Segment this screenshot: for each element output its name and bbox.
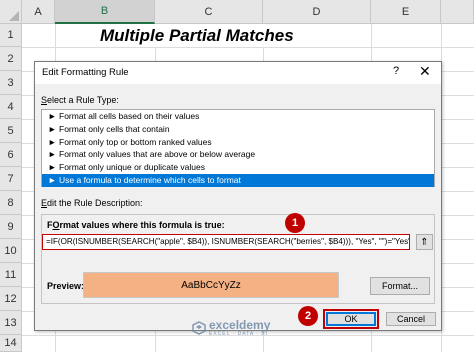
rule-type-list[interactable]: ► Format all cells based on their values …: [41, 109, 435, 187]
column-header-e[interactable]: E: [371, 0, 441, 24]
select-rule-type-label-text: elect a Rule Type:: [47, 95, 119, 105]
exceldemy-watermark: exceldemy EXCEL · DATA · BI: [192, 318, 270, 337]
column-header-c[interactable]: C: [155, 0, 263, 24]
arrow-right-icon: ►: [48, 123, 57, 134]
column-header-a[interactable]: A: [22, 0, 55, 24]
row-header-1[interactable]: 1: [0, 24, 22, 47]
row-header-6[interactable]: 6: [0, 143, 22, 167]
row-header-2[interactable]: 2: [0, 47, 22, 71]
rule-type-label: Format all cells based on their values: [59, 111, 200, 121]
rule-type-label: Format only unique or duplicate values: [59, 162, 205, 173]
cancel-button[interactable]: Cancel: [386, 312, 436, 326]
select-all-corner[interactable]: [0, 0, 22, 24]
arrow-right-icon: ►: [48, 111, 57, 121]
rule-type-label: Format only top or bottom ranked values: [59, 136, 212, 147]
edit-formatting-rule-dialog: Edit Formatting Rule ? ✕ Select a Rule T…: [34, 61, 442, 331]
edit-rule-description-label-text: dit the Rule Description:: [47, 198, 143, 208]
watermark-name: exceldemy: [209, 318, 271, 332]
row-header-8[interactable]: 8: [0, 191, 22, 215]
exceldemy-logo-icon: [192, 320, 206, 335]
rule-type-item[interactable]: ► Format only top or bottom ranked values: [42, 136, 434, 149]
row-header-3[interactable]: 3: [0, 71, 22, 95]
help-icon[interactable]: ?: [393, 65, 399, 77]
arrow-right-icon: ►: [48, 174, 57, 185]
formula-input[interactable]: =IF(OR(ISNUMBER(SEARCH("apple", $B4)), I…: [42, 234, 410, 250]
column-header-b[interactable]: B: [55, 0, 155, 24]
rule-type-label: Format only values that are above or bel…: [59, 149, 256, 160]
preview-sample: AaBbCcYyZz: [83, 272, 339, 298]
sheet-title-cell[interactable]: Multiple Partial Matches: [100, 24, 330, 47]
ok-button[interactable]: OK: [326, 312, 376, 326]
arrow-right-icon: ►: [48, 136, 57, 147]
row-header-9[interactable]: 9: [0, 215, 22, 239]
format-button[interactable]: Format...: [370, 277, 430, 295]
rule-type-item[interactable]: ► Format only cells that contain: [42, 123, 434, 136]
formula-label-text: rmat values where this formula is true:: [59, 220, 225, 230]
column-header-d[interactable]: D: [263, 0, 371, 24]
formula-label: FOrmat values where this formula is true…: [47, 220, 225, 230]
rule-type-item[interactable]: ► Format all cells based on their values: [42, 110, 434, 123]
arrow-right-icon: ►: [48, 162, 57, 173]
rule-type-item-selected[interactable]: ► Use a formula to determine which cells …: [42, 173, 434, 187]
row-header-4[interactable]: 4: [0, 95, 22, 119]
gridline: [22, 47, 474, 48]
row-header-7[interactable]: 7: [0, 167, 22, 191]
row-header-10[interactable]: 10: [0, 239, 22, 263]
rule-type-item[interactable]: ► Format only unique or duplicate values: [42, 161, 434, 174]
dialog-title: Edit Formatting Rule: [42, 67, 129, 78]
formula-label-accesskey: O: [52, 220, 60, 230]
edit-rule-description-label: Edit the Rule Description:: [41, 198, 143, 208]
row-header-14[interactable]: 14: [0, 335, 22, 352]
select-rule-type-label: Select a Rule Type:: [41, 95, 119, 105]
collapse-arrow-icon: ⇑: [420, 236, 429, 248]
collapse-dialog-button[interactable]: ⇑: [416, 234, 433, 250]
watermark-tagline: EXCEL · DATA · BI: [209, 331, 269, 337]
row-header-13[interactable]: 13: [0, 311, 22, 335]
callout-badge-2: 2: [298, 306, 318, 326]
callout-badge-1: 1: [285, 213, 305, 233]
dialog-titlebar[interactable]: Edit Formatting Rule ? ✕: [35, 62, 441, 84]
close-icon[interactable]: ✕: [419, 63, 431, 80]
column-header-f[interactable]: [441, 0, 474, 24]
arrow-right-icon: ►: [48, 149, 57, 160]
preview-label: Preview:: [47, 281, 85, 291]
row-header-5[interactable]: 5: [0, 119, 22, 143]
rule-type-item[interactable]: ► Format only values that are above or be…: [42, 148, 434, 161]
rule-type-label: Use a formula to determine which cells t…: [59, 174, 241, 185]
row-header-11[interactable]: 11: [0, 263, 22, 287]
rule-type-label: Format only cells that contain: [59, 123, 170, 134]
row-header-12[interactable]: 12: [0, 287, 22, 311]
